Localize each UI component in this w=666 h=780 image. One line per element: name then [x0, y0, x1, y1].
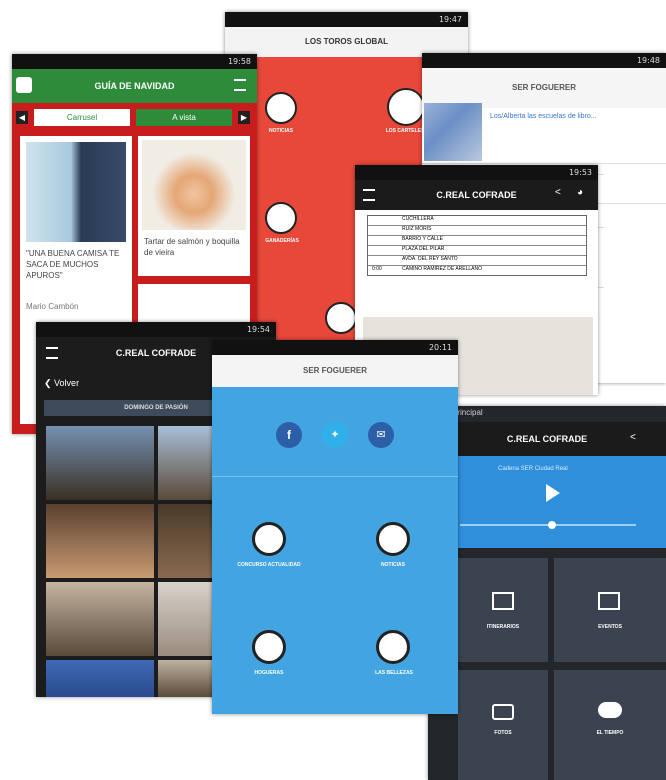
newspaper-icon[interactable]	[376, 522, 410, 556]
status-bar: 19:48	[422, 53, 666, 68]
table-row: AVDA. DEL REY SANTO	[368, 256, 586, 266]
screen-ser-foguerer-front: 20:11 SER FOGUERER f ✦ ✉ CONCURSO ACTUAL…	[212, 340, 458, 714]
menu-icon[interactable]	[46, 347, 58, 359]
app-title-text: C.REAL COFRADE	[506, 434, 588, 444]
tab-a-vista[interactable]: A vista	[136, 109, 232, 126]
headphones-icon[interactable]: ◕	[577, 187, 583, 198]
twitter-icon[interactable]: ✦	[322, 422, 348, 448]
news-item[interactable]: Los/Alberta las escuelas de libro...	[490, 113, 660, 120]
map-icon	[492, 592, 514, 610]
tile-label: FOTOS	[494, 730, 512, 736]
table-row: BARRIO Y CALLE	[368, 236, 586, 246]
gallery-photo[interactable]	[46, 426, 154, 500]
toros-item-ganaderias[interactable]: GANADERÍAS	[249, 238, 315, 244]
status-bar: 19:53	[355, 165, 598, 180]
foguerer-item-hogueras[interactable]: HOGUERAS	[232, 670, 306, 676]
player-panel: Cadena SER Ciudad Real	[428, 456, 666, 548]
arrow-right-icon[interactable]: ▶	[238, 111, 250, 124]
menu-icon[interactable]	[234, 79, 246, 91]
status-bar: 19:58	[12, 54, 257, 69]
table-row: PLAZA DEL PILAR	[368, 246, 586, 256]
table-row: RUIZ MORIS	[368, 226, 586, 236]
mail-icon[interactable]: ✉	[368, 422, 394, 448]
status-time: 19:53	[568, 168, 592, 177]
app-title-text: C.REAL COFRADE	[436, 190, 517, 200]
gallery-photo[interactable]	[46, 582, 154, 656]
foguerer-item-bellezas[interactable]: LAS BELLEZAS	[358, 670, 430, 676]
divider	[422, 163, 666, 164]
bellezas-icon[interactable]	[376, 630, 410, 664]
card-photo	[142, 140, 246, 230]
facebook-icon[interactable]: f	[276, 422, 302, 448]
app-title-text: C.REAL COFRADE	[115, 348, 197, 358]
table-row: 0:00 CAMINO RAMÍREZ DE ARELLANO	[368, 266, 586, 275]
tile-label: ITINERARIOS	[486, 624, 520, 630]
card-headline: Tartar de salmón y boquilla de vieira	[144, 237, 240, 257]
calendar-icon	[598, 592, 620, 610]
card-author: Mario Cambón	[26, 302, 79, 311]
app-title-text: SER FOGUERER	[302, 366, 367, 375]
status-time: 19:58	[227, 57, 251, 66]
app-title: GUÍA DE NAVIDAD	[12, 69, 257, 103]
table-cell: CAMINO RAMÍREZ DE ARELLANO	[402, 266, 483, 272]
play-icon[interactable]	[546, 484, 560, 502]
toros-item-noticias[interactable]: NOTICIAS	[253, 128, 309, 134]
share-icon[interactable]: <	[555, 187, 561, 198]
bonfire-icon[interactable]	[252, 630, 286, 664]
news-item[interactable]: ...	[598, 283, 604, 290]
gallery-photo[interactable]	[46, 660, 154, 697]
share-icon[interactable]: <	[630, 432, 636, 443]
newspaper-icon[interactable]	[265, 92, 297, 124]
arrow-left-icon[interactable]: ◀	[16, 111, 28, 124]
status-bar: 19:47	[225, 12, 468, 27]
itinerary-table: CUCHILLERA RUIZ MORIS BARRIO Y CALLE PLA…	[367, 215, 587, 276]
status-bar: 19:54	[36, 322, 276, 337]
card-2[interactable]: Tartar de salmón y boquilla de vieira	[138, 136, 250, 276]
status-time: 19:48	[636, 56, 660, 65]
station-name: Cadena SER Ciudad Real	[498, 466, 568, 472]
news-item[interactable]: ...	[598, 223, 604, 230]
status-time: 19:54	[246, 325, 270, 334]
divider	[212, 476, 458, 477]
foguerer-item-concurso[interactable]: CONCURSO ACTUALIDAD	[224, 562, 314, 568]
tab-carrusel[interactable]: Carrusel	[34, 109, 130, 126]
bullfighter-icon[interactable]	[265, 202, 297, 234]
heart-logo-icon	[16, 77, 32, 93]
table-row: CUCHILLERA	[368, 216, 586, 226]
menu-icon[interactable]	[363, 189, 375, 201]
app-title: SER FOGUERER	[422, 68, 666, 108]
table-cell: 0:00	[372, 266, 382, 272]
tile-eventos[interactable]: EVENTOS	[554, 558, 666, 662]
flame-icon[interactable]	[252, 522, 286, 556]
tile-itinerarios[interactable]: ITINERARIOS	[458, 558, 548, 662]
weather-icon	[598, 702, 622, 718]
app-title-text: SER FOGUERER	[511, 83, 576, 92]
back-button[interactable]: ❮ Volver	[44, 378, 79, 389]
card-photo	[26, 142, 126, 242]
app-title: C.REAL COFRADE	[355, 180, 598, 210]
news-item[interactable]: ...	[598, 170, 604, 177]
camera-icon	[492, 704, 514, 720]
status-time: 20:11	[428, 343, 452, 352]
back-label: Volver	[54, 378, 80, 388]
app-title: SER FOGUERER	[212, 355, 458, 387]
foguerer-item-noticias[interactable]: NOTICIAS	[358, 562, 428, 568]
status-time: 19:47	[438, 15, 462, 24]
tile-label: EL TIEMPO	[596, 730, 624, 736]
screen-creal-player: Principal C.REAL COFRADE < Cadena SER Ci…	[428, 406, 666, 780]
tile-el-tiempo[interactable]: EL TIEMPO	[554, 670, 666, 780]
volume-slider[interactable]	[460, 521, 636, 529]
tile-label: EVENTOS	[598, 624, 622, 630]
gallery-photo[interactable]	[46, 504, 154, 578]
slider-knob[interactable]	[548, 521, 556, 529]
ticket-icon[interactable]	[325, 302, 357, 334]
bull-icon[interactable]	[387, 88, 425, 126]
card-headline: "UNA BUENA CAMISA TE SACA DE MUCHOS APUR…	[26, 249, 120, 280]
status-bar: 20:11	[212, 340, 458, 355]
app-title-text: GUÍA DE NAVIDAD	[94, 81, 175, 91]
news-thumbnail[interactable]	[424, 103, 482, 161]
tile-fotos[interactable]: FOTOS	[458, 670, 548, 780]
app-title-text: LOS TOROS GLOBAL	[305, 37, 388, 46]
